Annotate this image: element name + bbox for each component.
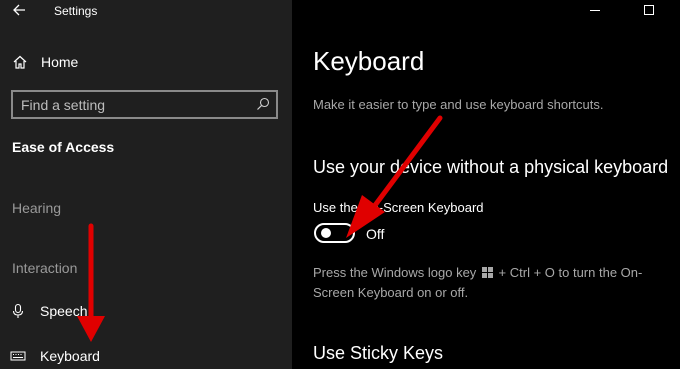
- minimize-icon: [590, 10, 600, 11]
- sidebar: Settings Home Ease of Access Hearing Int…: [0, 0, 292, 369]
- group-label-hearing: Hearing: [12, 200, 62, 216]
- title-bar: Settings: [0, 0, 292, 22]
- section-heading-sticky-keys: Use Sticky Keys: [313, 343, 444, 363]
- search-input[interactable]: [21, 96, 246, 114]
- sidebar-item-speech[interactable]: Speech: [0, 294, 292, 328]
- main-panel: Keyboard Make it easier to type and use …: [292, 0, 680, 369]
- search-box[interactable]: [11, 90, 278, 119]
- back-arrow-icon: [13, 4, 25, 16]
- window-controls: [580, 0, 680, 22]
- app-title: Settings: [54, 4, 98, 18]
- maximize-icon: [644, 5, 654, 15]
- section-heading-physical-keyboard: Use your device without a physical keybo…: [313, 157, 669, 177]
- sidebar-item-label: Keyboard: [40, 348, 100, 364]
- section-title: Ease of Access: [12, 139, 115, 155]
- search-icon[interactable]: [256, 97, 270, 111]
- minimize-button[interactable]: [580, 0, 610, 22]
- home-label: Home: [41, 54, 79, 70]
- maximize-button[interactable]: [634, 0, 664, 22]
- toggle-state-label: Off: [366, 226, 385, 242]
- back-button[interactable]: [10, 0, 30, 20]
- toggle-knob: [321, 228, 331, 238]
- group-label-interaction: Interaction: [12, 260, 78, 276]
- on-screen-keyboard-hint: Press the Windows logo key + Ctrl + O to…: [313, 263, 673, 303]
- sidebar-item-home[interactable]: Home: [0, 44, 292, 80]
- sidebar-item-keyboard[interactable]: Keyboard: [0, 339, 292, 369]
- microphone-icon: [12, 303, 24, 318]
- windows-logo-icon: [481, 267, 493, 278]
- sidebar-item-label: Speech: [40, 303, 88, 319]
- home-icon: [13, 55, 27, 69]
- on-screen-keyboard-toggle[interactable]: [314, 223, 355, 243]
- page-title: Keyboard: [313, 46, 425, 76]
- hint-text-start: Press the Windows logo key: [313, 265, 477, 280]
- keyboard-icon: [10, 351, 26, 361]
- page-description: Make it easier to type and use keyboard …: [313, 97, 604, 112]
- on-screen-keyboard-label: Use the On-Screen Keyboard: [313, 200, 484, 215]
